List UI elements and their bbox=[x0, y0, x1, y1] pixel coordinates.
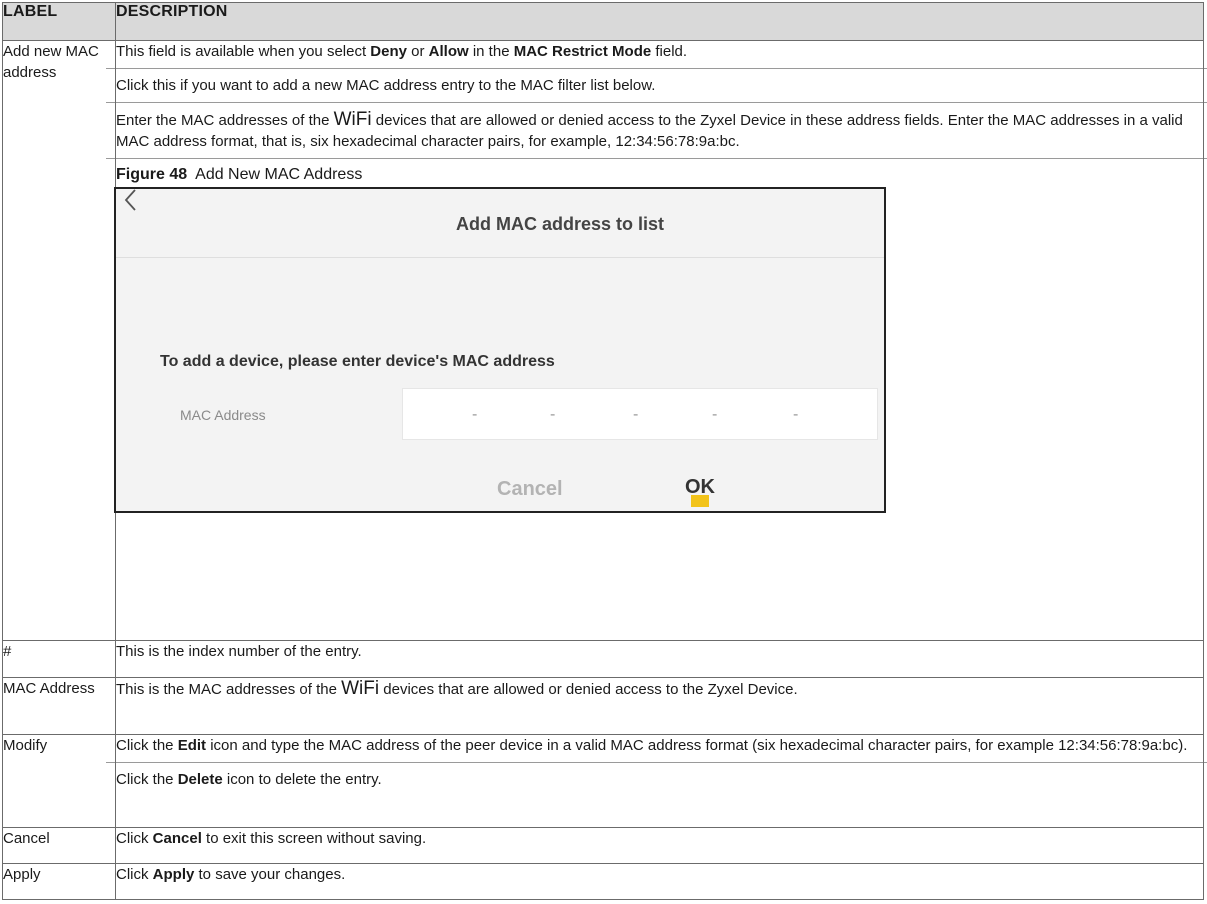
row-divider bbox=[106, 762, 1207, 763]
add-mac-dialog-figure: Add MAC address to list To add a device,… bbox=[114, 187, 886, 513]
chevron-left-icon[interactable] bbox=[120, 186, 142, 216]
row-description: Click Cancel to exit this screen without… bbox=[115, 827, 1204, 864]
table-row: MAC Address This is the MAC addresses of… bbox=[2, 677, 1204, 735]
mac-address-input[interactable]: - - - - - bbox=[402, 388, 878, 440]
header-row: LABEL DESCRIPTION bbox=[2, 2, 1204, 41]
row-description: This is the index number of the entry. bbox=[115, 640, 1204, 678]
row-divider bbox=[106, 68, 1207, 69]
cancel-button[interactable]: Cancel bbox=[497, 479, 563, 500]
mac-separator: - bbox=[633, 406, 639, 423]
description-paragraph: Enter the MAC addresses of the WiFi devi… bbox=[116, 109, 1183, 150]
row-label: # bbox=[2, 640, 116, 678]
row-label: Cancel bbox=[2, 827, 116, 864]
row-divider bbox=[106, 102, 1207, 103]
table-row: # This is the index number of the entry. bbox=[2, 640, 1204, 678]
description-table: LABEL DESCRIPTION Add new MAC address Th… bbox=[2, 2, 1207, 900]
row-description: This is the MAC addresses of the WiFi de… bbox=[115, 677, 1204, 735]
row-description: Click Apply to save your changes. bbox=[115, 863, 1204, 900]
ok-button[interactable]: OK bbox=[685, 477, 715, 498]
row-description: Click the Edit icon and type the MAC add… bbox=[106, 734, 1207, 828]
dialog-title: Add MAC address to list bbox=[455, 214, 665, 234]
row-divider bbox=[106, 158, 1207, 159]
row-label: MAC Address bbox=[2, 677, 116, 735]
mac-separator: - bbox=[550, 406, 556, 423]
dialog-prompt: To add a device, please enter device's M… bbox=[160, 353, 555, 370]
table-row: Add new MAC address This field is availa… bbox=[2, 40, 1207, 641]
row-label: Add new MAC address bbox=[2, 40, 116, 641]
mac-separator: - bbox=[793, 406, 799, 423]
label-header: LABEL bbox=[2, 2, 116, 41]
dialog-header: Add MAC address to list bbox=[116, 189, 884, 258]
table-row: Cancel Click Cancel to exit this screen … bbox=[2, 827, 1204, 864]
description-paragraph: This field is available when you select … bbox=[116, 43, 688, 60]
table-row: Modify Click the Edit icon and type the … bbox=[2, 734, 1207, 828]
figure-caption: Figure 48 Add New MAC Address bbox=[116, 166, 363, 183]
row-description: This field is available when you select … bbox=[106, 40, 1207, 641]
mac-separator: - bbox=[712, 406, 718, 423]
description-paragraph: Click this if you want to add a new MAC … bbox=[116, 77, 656, 94]
table-row: Apply Click Apply to save your changes. bbox=[2, 863, 1204, 900]
mac-address-label: MAC Address bbox=[180, 407, 266, 423]
row-label: Apply bbox=[2, 863, 116, 900]
row-label: Modify bbox=[2, 734, 116, 828]
mac-separator: - bbox=[472, 406, 478, 423]
description-header: DESCRIPTION bbox=[115, 2, 1204, 41]
